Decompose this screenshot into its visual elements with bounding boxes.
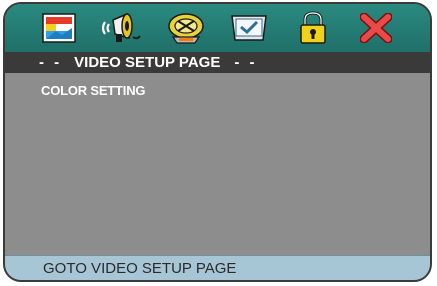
dolby-setup-tab[interactable] <box>164 8 208 48</box>
exit-tab[interactable] <box>354 8 398 48</box>
password-setup-tab[interactable] <box>291 8 335 48</box>
page-title-bar: - - VIDEO SETUP PAGE - - <box>5 52 430 73</box>
osd-setup-window: - - VIDEO SETUP PAGE - - COLOR SETTING G… <box>3 2 432 282</box>
preference-setup-icon <box>231 15 268 41</box>
menu-item-color-setting[interactable]: COLOR SETTING <box>41 83 145 98</box>
general-setup-icon <box>42 13 76 43</box>
page-title: VIDEO SETUP PAGE <box>74 54 221 71</box>
audio-setup-tab[interactable] <box>100 8 144 48</box>
close-icon <box>360 13 393 43</box>
title-dashes-right: - - <box>234 54 258 71</box>
general-setup-tab[interactable] <box>37 8 81 48</box>
setup-icon-bar <box>5 4 430 52</box>
dolby-setup-icon <box>168 13 204 44</box>
preference-setup-tab[interactable] <box>227 8 271 48</box>
audio-setup-icon <box>102 12 142 42</box>
padlock-icon <box>300 11 326 44</box>
status-bar: GOTO VIDEO SETUP PAGE <box>5 255 430 280</box>
status-text: GOTO VIDEO SETUP PAGE <box>43 260 237 277</box>
menu-content-area: COLOR SETTING <box>5 73 430 259</box>
title-dashes-left: - - <box>39 54 63 71</box>
